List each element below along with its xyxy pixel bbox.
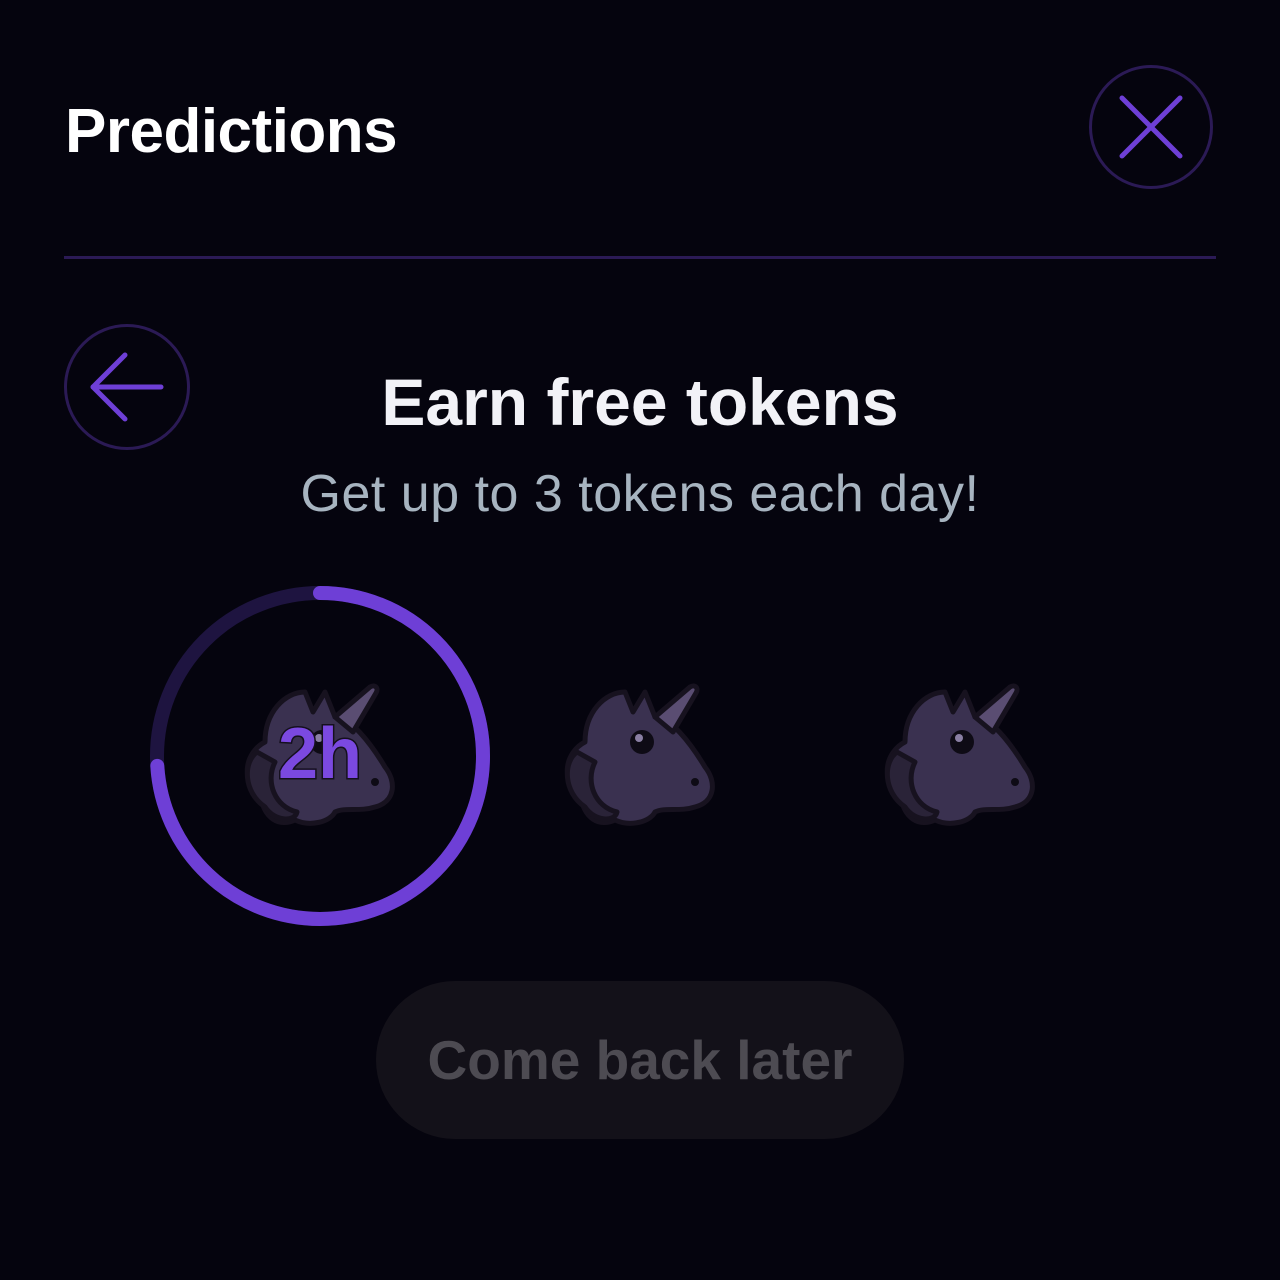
predictions-panel: Predictions Earn free tokens Get up to 3… <box>0 0 1280 1280</box>
close-button[interactable] <box>1089 65 1213 189</box>
section-heading: Earn free tokens <box>381 365 899 439</box>
token-slot-2 <box>555 672 725 842</box>
header-divider <box>64 256 1216 259</box>
come-back-later-button[interactable]: Come back later <box>376 981 904 1139</box>
unicorn-icon <box>884 683 1035 826</box>
close-icon <box>1119 95 1183 159</box>
token-timer-label: 2h <box>276 713 363 796</box>
section-subheading: Get up to 3 tokens each day! <box>300 465 980 523</box>
page-title: Predictions <box>65 97 398 166</box>
token-slot-3 <box>875 672 1045 842</box>
unicorn-icon <box>564 683 715 826</box>
